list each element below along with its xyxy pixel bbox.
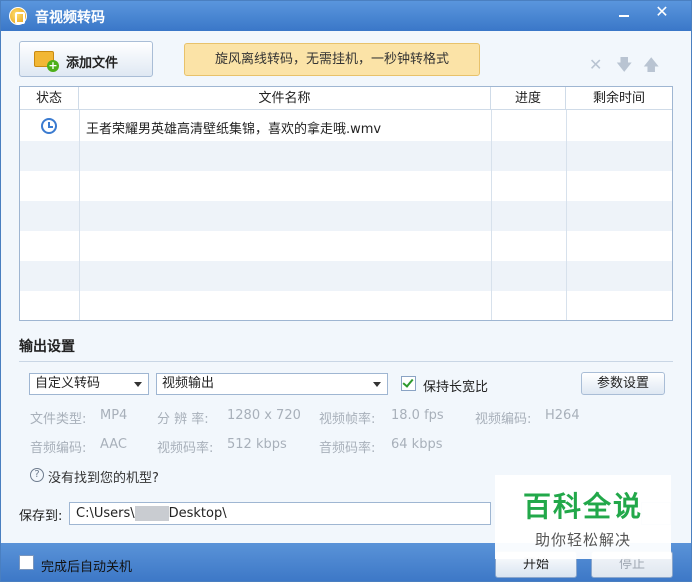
save-path-suffix: Desktop\ [168, 506, 227, 521]
table-row[interactable]: 王者荣耀男英雄高清壁纸集锦，喜欢的拿走哦.wmv [20, 111, 672, 141]
save-path-label: 保存到: [19, 509, 63, 524]
add-file-label: 添加文件 [66, 56, 119, 71]
spec-label: 视频码率: [157, 441, 214, 456]
device-not-found-link[interactable]: 没有找到您的机型? [48, 467, 159, 486]
column-divider [491, 110, 492, 320]
column-header-remaining[interactable]: 剩余时间 [566, 87, 672, 110]
checkmark-icon [402, 376, 414, 388]
keep-ratio-label[interactable]: 保持长宽比 [423, 376, 488, 395]
file-table[interactable]: 状态 文件名称 进度 剩余时间 王者荣耀男英雄高清壁纸集锦，喜欢的拿走哦.wmv [19, 86, 673, 321]
spec-value: H264 [545, 408, 580, 423]
output-settings-title: 输出设置 [19, 339, 75, 355]
window-title: 音视频转码 [35, 10, 105, 26]
column-divider [79, 110, 80, 320]
table-row-empty [20, 231, 672, 261]
add-folder-icon [34, 51, 59, 72]
spec-value: 18.0 fps [391, 408, 444, 423]
app-logo-icon [9, 7, 27, 25]
params-settings-button[interactable]: 参数设置 [581, 372, 665, 395]
table-row-empty [20, 261, 672, 291]
spec-label: 音频码率: [319, 441, 376, 456]
output-type-select[interactable]: 视频输出 [156, 373, 388, 395]
delete-icon[interactable]: ✕ [589, 57, 602, 73]
watermark-title: 百科全说 [522, 490, 643, 523]
keep-ratio-checkbox[interactable] [401, 376, 416, 391]
title-bar[interactable]: 音视频转码 ✕ [1, 1, 691, 31]
table-header: 状态 文件名称 进度 剩余时间 [20, 87, 672, 110]
spec-label: 视频编码: [475, 412, 532, 427]
redacted-username [134, 506, 169, 521]
preset-select[interactable]: 自定义转码 [29, 373, 149, 395]
output-type-value: 视频输出 [162, 376, 215, 391]
clock-icon [41, 118, 57, 134]
close-icon: ✕ [655, 2, 669, 21]
spec-value: MP4 [100, 408, 128, 423]
promo-banner[interactable]: 旋风离线转码，无需挂机，一秒钟转格式 [184, 43, 480, 76]
spec-value: 1280 x 720 [227, 408, 301, 423]
column-header-status[interactable]: 状态 [20, 87, 79, 110]
move-up-icon[interactable]: 🡅 [643, 57, 659, 73]
save-path-prefix: C:\Users\ [76, 506, 135, 521]
minimize-button[interactable] [605, 1, 643, 25]
app-window: 音视频转码 ✕ 添加文件 旋风离线转码，无需挂机，一秒钟转格式 ✕ 🡇 🡅 状态… [0, 0, 692, 582]
auto-shutdown-checkbox[interactable] [19, 555, 34, 570]
help-icon: ? [30, 468, 44, 482]
file-name-cell: 王者荣耀男英雄高清壁纸集锦，喜欢的拿走哦.wmv [86, 122, 382, 137]
spec-label: 音频编码: [30, 441, 87, 456]
chevron-down-icon [134, 382, 142, 387]
spec-label: 视频帧率: [319, 412, 376, 427]
add-file-button[interactable]: 添加文件 [19, 41, 153, 77]
spec-value: AAC [100, 437, 127, 452]
table-row-empty [20, 201, 672, 231]
preset-select-value: 自定义转码 [35, 376, 101, 391]
column-header-progress[interactable]: 进度 [491, 87, 566, 110]
table-row-empty [20, 291, 672, 320]
watermark-subtitle: 助你轻松解决 [534, 531, 631, 549]
save-path-input[interactable]: C:\Users\ Desktop\ [69, 502, 491, 525]
auto-shutdown-label[interactable]: 完成后自动关机 [41, 556, 132, 575]
spec-value: 64 kbps [391, 437, 443, 452]
chevron-down-icon [373, 382, 381, 387]
spec-value: 512 kbps [227, 437, 287, 452]
move-down-icon[interactable]: 🡇 [616, 57, 632, 73]
table-row-empty [20, 171, 672, 201]
column-divider [566, 110, 567, 320]
watermark-overlay: 百科全说 助你轻松解决 [495, 475, 671, 559]
table-row-empty [20, 141, 672, 171]
spec-label: 文件类型: [30, 412, 87, 427]
spec-label: 分 辨 率: [157, 412, 209, 427]
close-button[interactable]: ✕ [643, 1, 681, 25]
column-header-name[interactable]: 文件名称 [79, 87, 491, 110]
